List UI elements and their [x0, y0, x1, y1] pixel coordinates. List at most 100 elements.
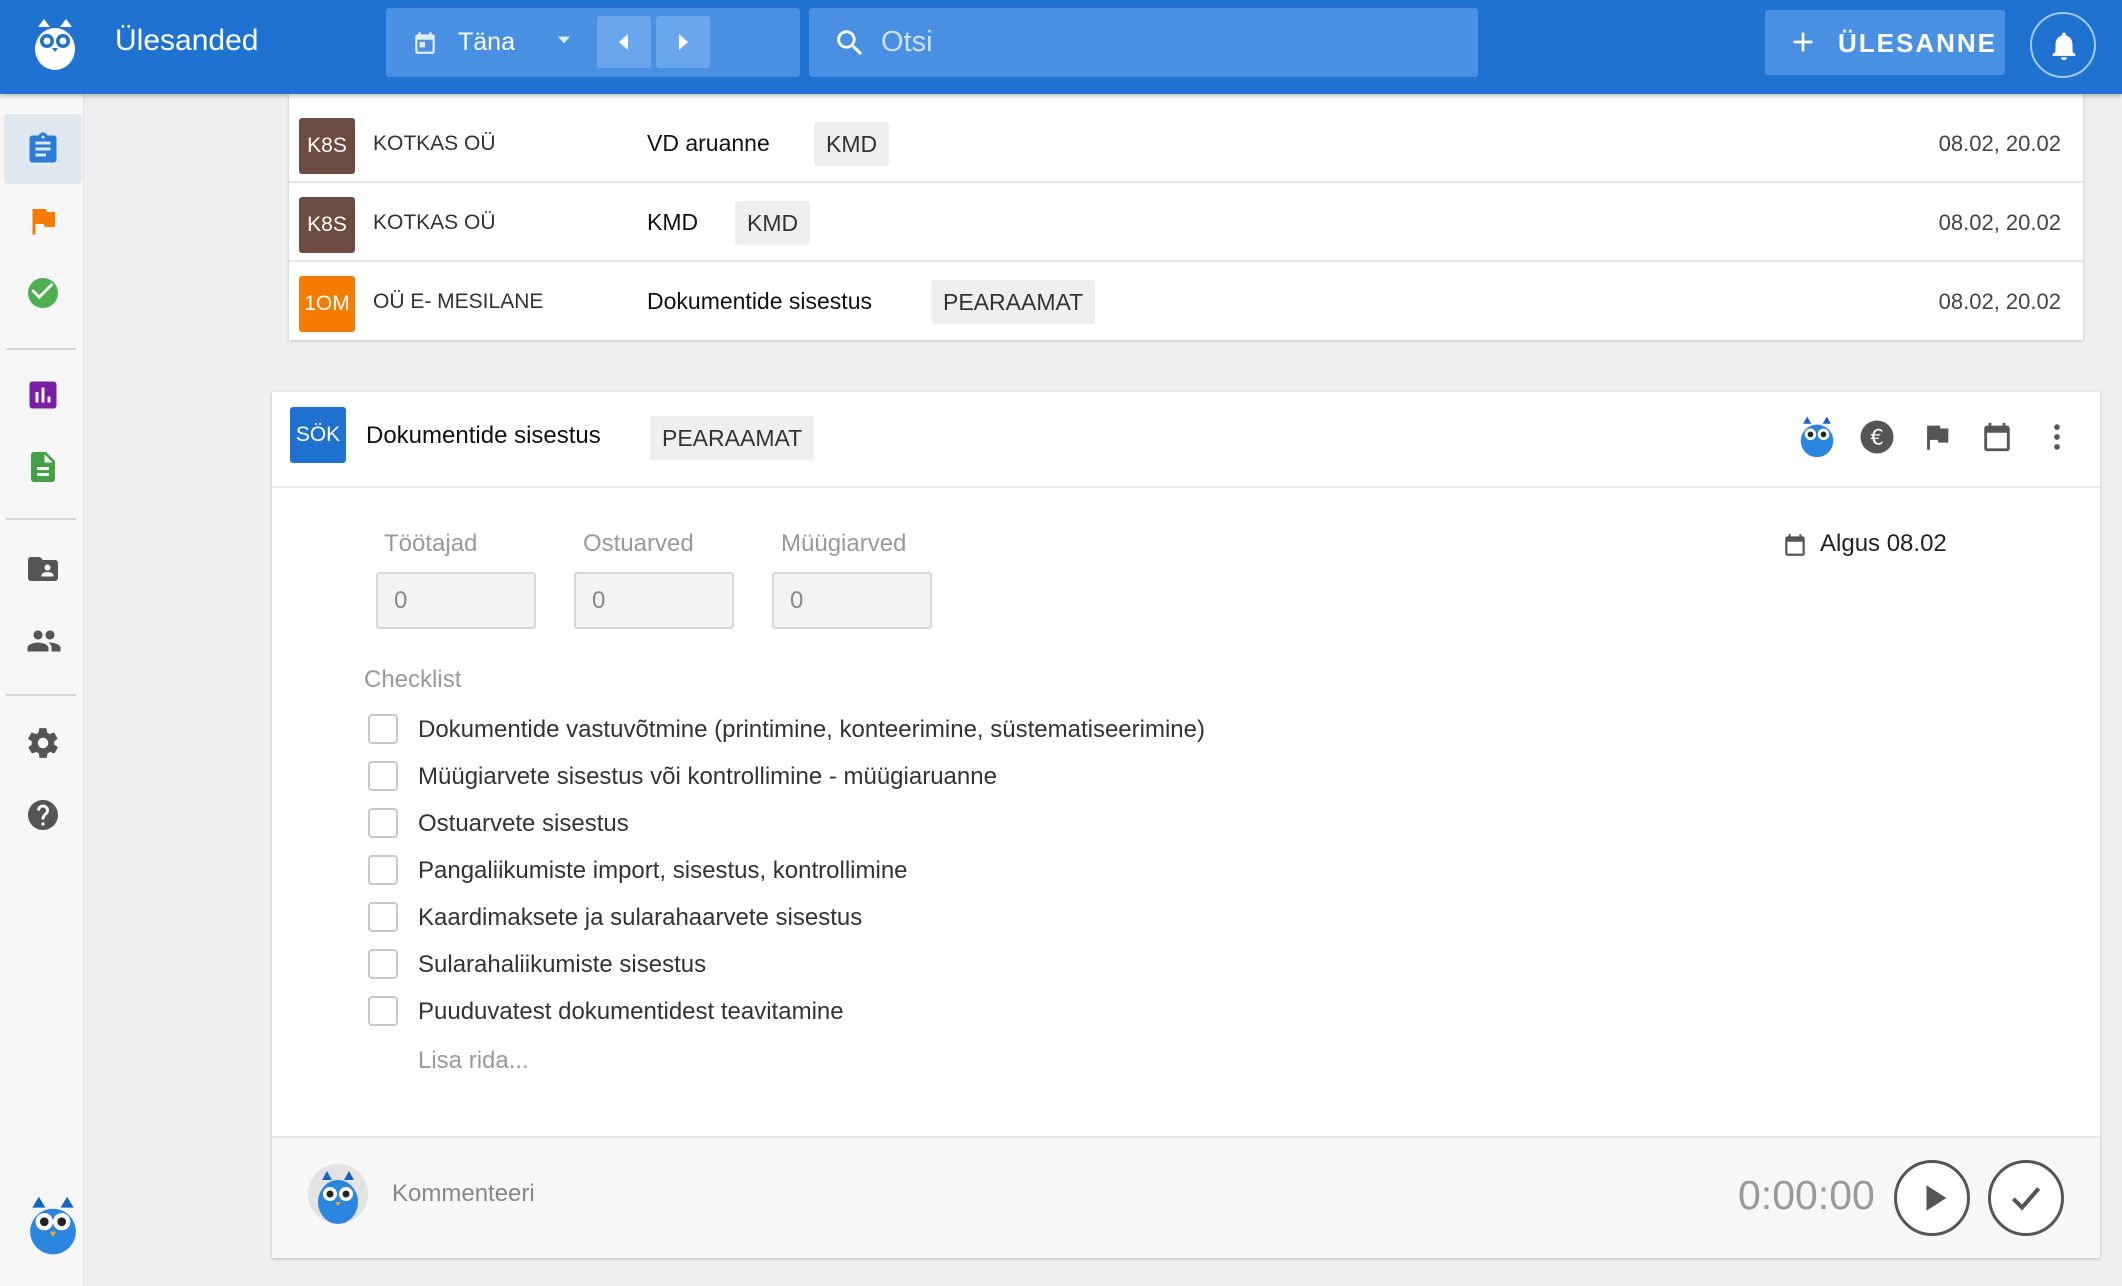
price-button[interactable]: € [1854, 414, 1900, 460]
sidebar-item-help[interactable] [4, 780, 82, 850]
bar-chart-icon [29, 381, 57, 409]
add-task-button[interactable]: ÜLESANNE [1765, 10, 2005, 75]
task-name: Dokumentide sisestus [647, 288, 872, 314]
contact-folder-icon [28, 557, 58, 581]
flag-icon [32, 209, 55, 235]
people-icon [27, 630, 61, 652]
page-title: Ülesanded [115, 24, 259, 57]
date-selector[interactable]: Täna [386, 8, 800, 77]
task-detail-title: Dokumentide sisestus [366, 422, 601, 449]
client-badge: K8S [299, 118, 355, 174]
clipboard-icon [29, 132, 57, 163]
chevron-left-icon [619, 34, 628, 50]
play-icon [1926, 1185, 1947, 1211]
purchase-invoices-label: Ostuarved [583, 530, 694, 557]
complete-task-button[interactable] [1988, 1160, 2064, 1236]
checklist-item-label: Kaardimaksete ja sularahaarvete sisestus [418, 904, 863, 931]
flag-outline-icon [1927, 425, 1949, 450]
more-options-button[interactable] [2034, 414, 2080, 460]
search-icon [837, 30, 863, 56]
start-date-label: Algus 08.02 [1820, 530, 1947, 557]
check-circle-icon [28, 278, 58, 308]
sidebar-item-tasks[interactable] [4, 114, 82, 184]
calendar-button[interactable] [1974, 414, 2020, 460]
checklist-item-label: Sularahaliikumiste sisestus [418, 951, 707, 978]
checklist-item-label: Müügiarvete sisestus või kontrollimine -… [418, 763, 997, 790]
checklist-item[interactable]: Sularahaliikumiste sisestus [368, 947, 1568, 983]
check-icon [2011, 1187, 2041, 1211]
task-row[interactable]: K8S KOTKAS OÜ VD aruanne KMD 08.02, 20.0… [289, 104, 2083, 183]
checklist-item[interactable]: Ostuarvete sisestus [368, 806, 1568, 842]
add-checklist-row[interactable]: Lisa rida... [418, 1047, 529, 1075]
checkbox[interactable] [368, 808, 398, 838]
sidebar-item-clients[interactable] [4, 534, 82, 604]
task-date: 08.02, 20.02 [1938, 131, 2061, 156]
sidebar-item-documents[interactable] [4, 432, 82, 502]
checkbox[interactable] [368, 855, 398, 885]
checklist-item[interactable]: Pangaliikumiste import, sisestus, kontro… [368, 853, 1568, 889]
task-row[interactable]: K8S KOTKAS OÜ KMD KMD 08.02, 20.02 [289, 183, 2083, 262]
client-badge: 1OM [299, 276, 355, 332]
owl-avatar-icon [1800, 416, 1834, 458]
flag-button[interactable] [1914, 414, 1960, 460]
checkbox[interactable] [368, 714, 398, 744]
checklist-item[interactable]: Dokumentide vastuvõtmine (printimine, ko… [368, 712, 1568, 748]
avatar [308, 1164, 368, 1224]
task-date: 08.02, 20.02 [1938, 289, 2061, 314]
company-name: OÜ E- MESILANE [373, 290, 544, 313]
checkbox[interactable] [368, 902, 398, 932]
checklist-item[interactable]: Müügiarvete sisestus või kontrollimine -… [368, 759, 1568, 795]
task-list: K8S KOTKAS OÜ VD aruanne KMD 08.02, 20.0… [289, 94, 2083, 340]
checklist-item-label: Ostuarvete sisestus [418, 810, 629, 837]
owl-logo-icon[interactable] [32, 17, 78, 71]
search-input[interactable] [881, 20, 1441, 64]
checkbox[interactable] [368, 949, 398, 979]
purchase-invoices-field[interactable] [574, 572, 734, 629]
user-avatar[interactable] [28, 1194, 78, 1261]
sales-invoices-field[interactable] [772, 572, 932, 629]
start-timer-button[interactable] [1894, 1160, 1970, 1236]
previous-date-button[interactable] [597, 16, 651, 68]
employees-label: Töötajad [384, 530, 478, 557]
notifications-button[interactable] [2030, 12, 2096, 78]
help-icon [28, 800, 58, 830]
task-row[interactable]: 1OM OÜ E- MESILANE Dokumentide sisestus … [289, 262, 2083, 341]
checkbox[interactable] [368, 761, 398, 791]
add-task-label: ÜLESANNE [1838, 28, 1998, 58]
task-name: VD aruanne [647, 130, 770, 156]
task-date: 08.02, 20.02 [1938, 210, 2061, 235]
company-name: KOTKAS OÜ [373, 211, 496, 234]
task-tag: KMD [735, 201, 811, 245]
task-tag: KMD [814, 122, 890, 166]
timer-display: 0:00:00 [1738, 1172, 1875, 1218]
sales-invoices-label: Müügiarved [781, 530, 907, 557]
plus-icon [1793, 32, 1813, 52]
euro-icon: € [1860, 420, 1894, 454]
top-bar: Ülesanded Täna ÜLESANNE [0, 0, 2122, 94]
document-icon [31, 452, 55, 482]
comment-bar: 0:00:00 [272, 1136, 2100, 1258]
checkbox[interactable] [368, 996, 398, 1026]
task-detail-panel: SÖK Dokumentide sisestus PEARAAMAT € Töö… [272, 392, 2100, 1258]
sidebar-item-people[interactable] [4, 606, 82, 676]
sidebar-item-flagged[interactable] [4, 186, 82, 256]
checklist-item[interactable]: Puuduvatest dokumentidest teavitamine [368, 994, 1568, 1030]
search-box[interactable] [809, 8, 1478, 77]
bell-icon [2052, 32, 2076, 61]
checklist-item-label: Dokumentide vastuvõtmine (printimine, ko… [418, 716, 1205, 743]
sidebar-item-settings[interactable] [4, 708, 82, 778]
assignee-button[interactable] [1794, 414, 1840, 460]
next-date-button[interactable] [656, 16, 710, 68]
gear-icon [28, 728, 58, 758]
client-badge: K8S [299, 197, 355, 253]
more-vertical-icon [2054, 424, 2060, 450]
task-detail-tag: PEARAAMAT [650, 416, 815, 460]
checklist-item-label: Pangaliikumiste import, sisestus, kontro… [418, 857, 908, 884]
calendar-icon [415, 32, 435, 54]
sidebar-item-reports[interactable] [4, 360, 82, 430]
client-badge: SÖK [290, 407, 346, 463]
employees-field[interactable] [376, 572, 536, 629]
sidebar-item-done[interactable] [4, 258, 82, 328]
checklist-item[interactable]: Kaardimaksete ja sularahaarvete sisestus [368, 900, 1568, 936]
comment-input[interactable] [392, 1172, 1292, 1216]
